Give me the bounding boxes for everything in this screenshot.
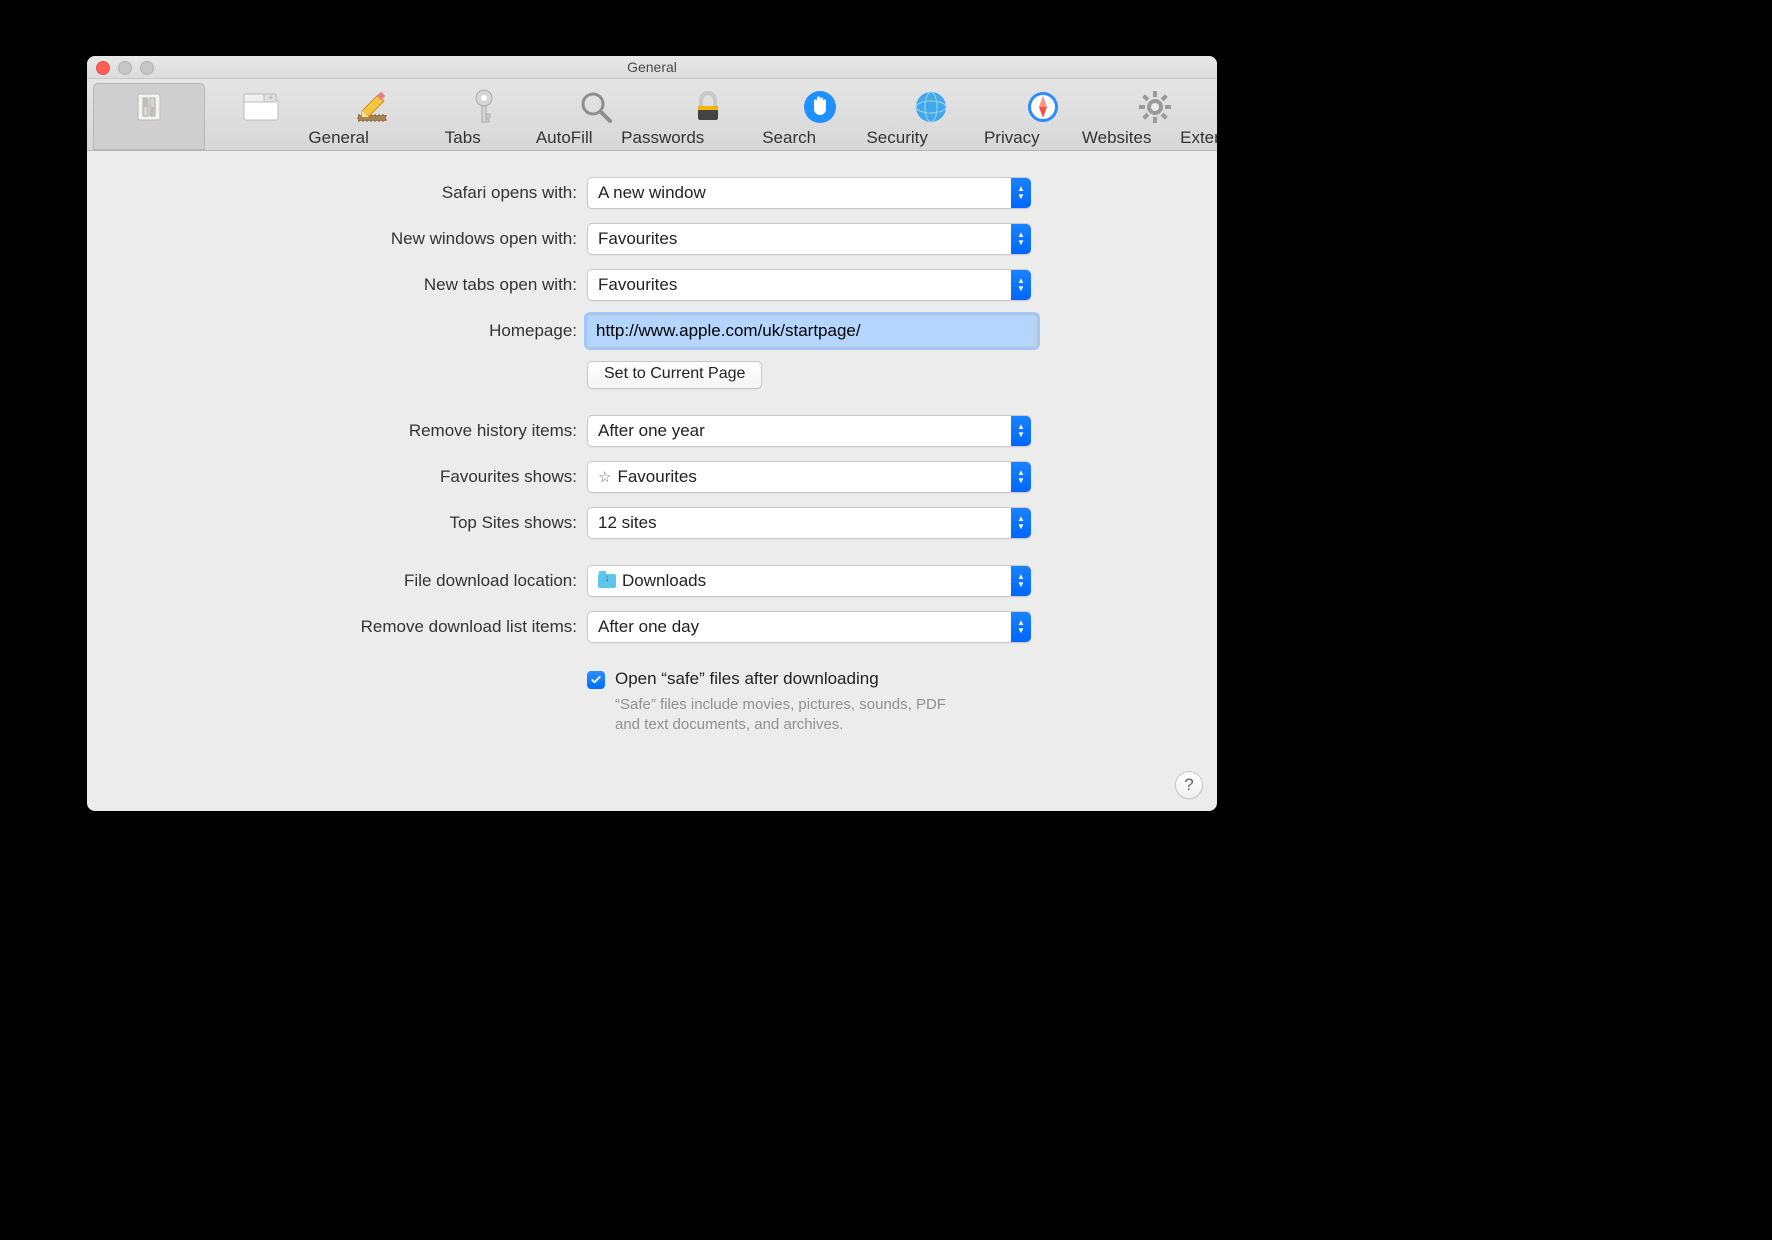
chevrons-icon (1011, 612, 1031, 642)
open-safe-files-checkbox[interactable] (587, 671, 605, 689)
remove-history-label: Remove history items: (127, 421, 587, 441)
new-windows-label: New windows open with: (127, 229, 587, 249)
favourites-shows-label: Favourites shows: (127, 467, 587, 487)
set-to-current-page-button[interactable]: Set to Current Page (587, 361, 762, 389)
chevrons-icon (1011, 508, 1031, 538)
preferences-toolbar: General + Tabs (87, 79, 1217, 151)
window-title: General (627, 59, 677, 75)
favourites-shows-select[interactable]: ☆Favourites (587, 461, 1031, 493)
toolbar-item-label: Advanced (925, 128, 1217, 148)
compass-icon (1023, 87, 1063, 127)
top-sites-label: Top Sites shows: (127, 513, 587, 533)
open-safe-files-hint: “Safe” files include movies, pictures, s… (615, 695, 955, 736)
download-location-label: File download location: (127, 571, 587, 591)
chevrons-icon (1011, 178, 1031, 208)
homepage-label: Homepage: (127, 321, 587, 341)
pencil-icon (352, 87, 392, 127)
safari-opens-with-select[interactable]: A new window (587, 177, 1031, 209)
remove-downloads-select[interactable]: After one day (587, 611, 1031, 643)
window-controls (96, 61, 154, 75)
downloads-folder-icon (598, 574, 616, 588)
globe-icon (911, 87, 951, 127)
safari-opens-with-label: Safari opens with: (127, 183, 587, 203)
preferences-window: General General (87, 56, 1217, 811)
close-window-button[interactable] (96, 61, 110, 75)
gear-icon (1135, 87, 1175, 127)
new-tabs-select[interactable]: Favourites (587, 269, 1031, 301)
chevrons-icon (1011, 416, 1031, 446)
key-icon (464, 87, 504, 127)
general-pane: Safari opens with: A new window New wind… (87, 151, 1217, 736)
lock-icon (688, 87, 728, 127)
chevrons-icon (1011, 462, 1031, 492)
hand-icon (800, 87, 840, 127)
help-button[interactable]: ? (1175, 771, 1203, 799)
new-tabs-label: New tabs open with: (127, 275, 587, 295)
download-location-select[interactable]: Downloads (587, 565, 1031, 597)
open-safe-files-label: Open “safe” files after downloading (615, 669, 879, 689)
star-icon: ☆ (598, 468, 611, 486)
new-windows-select[interactable]: Favourites (587, 223, 1031, 255)
switch-icon (129, 87, 169, 127)
chevrons-icon (1011, 566, 1031, 596)
homepage-field[interactable] (587, 315, 1037, 347)
chevrons-icon (1011, 224, 1031, 254)
tabs-icon: + (241, 87, 281, 127)
remove-history-select[interactable]: After one year (587, 415, 1031, 447)
top-sites-select[interactable]: 12 sites (587, 507, 1031, 539)
titlebar: General (87, 56, 1217, 79)
toolbar-item-advanced[interactable]: Advanced (1099, 83, 1211, 150)
chevrons-icon (1011, 270, 1031, 300)
magnifier-icon (576, 87, 616, 127)
remove-downloads-label: Remove download list items: (127, 617, 587, 637)
minimise-window-button[interactable] (118, 61, 132, 75)
zoom-window-button[interactable] (140, 61, 154, 75)
svg-text:+: + (268, 93, 273, 102)
